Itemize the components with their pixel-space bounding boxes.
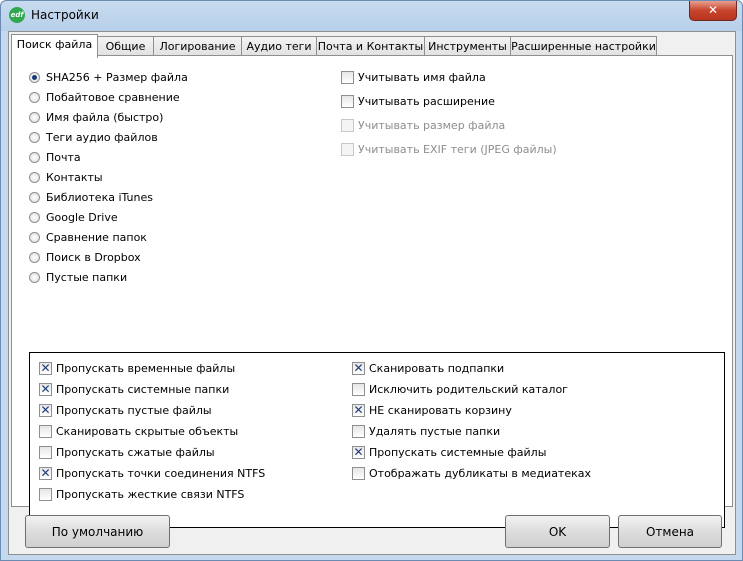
checkbox-label: Пропускать временные файлы [56,362,236,375]
radio-button[interactable] [29,152,40,163]
checkbox[interactable] [39,425,52,438]
checkbox-label: Учитывать имя файла [358,71,486,84]
checkbox-label: Исключить родительский каталог [369,383,568,396]
checkbox-label: Отображать дубликаты в медиатеках [369,467,592,480]
checkbox-label: НЕ сканировать корзину [369,404,512,417]
checkbox[interactable]: ✕ [39,404,52,417]
checkbox-label: Учитывать расширение [358,95,495,108]
close-icon: ✕ [707,3,719,17]
checkbox-label: Учитывать EXIF теги (JPEG файлы) [358,143,557,156]
radio-button[interactable] [29,272,40,283]
checkbox[interactable]: ✕ [39,362,52,375]
window-title: Настройки [31,8,99,22]
radio-label: Сравнение папок [46,231,147,244]
checkbox-label: Сканировать скрытые объекты [56,425,239,438]
checkbox[interactable] [352,467,365,480]
radio-button[interactable] [29,72,40,83]
checkbox-label: Сканировать подпапки [369,362,505,375]
cancel-button[interactable]: Отмена [618,515,722,548]
radio-label: Побайтовое сравнение [46,91,180,104]
checkbox[interactable] [39,446,52,459]
checkbox-label: Пропускать пустые файлы [56,404,212,417]
tab-audio-tags[interactable]: Аудио теги [241,36,317,56]
defaults-button[interactable]: По умолчанию [25,515,170,548]
checkbox-label: Пропускать жесткие связи NTFS [56,488,245,501]
radio-button[interactable] [29,92,40,103]
dialog-body: Поиск файла Общие Логирование Аудио теги… [8,31,736,555]
radio-button[interactable] [29,132,40,143]
tab-advanced-settings[interactable]: Расширенные настройки [510,36,657,56]
radio-button[interactable] [29,172,40,183]
checkbox-label: Пропускать сжатые файлы [56,446,215,459]
checkbox[interactable] [352,425,365,438]
close-button[interactable]: ✕ [689,1,737,21]
radio-label: Теги аудио файлов [46,131,158,144]
radio-label: Контакты [46,171,103,184]
checkbox[interactable] [39,488,52,501]
radio-button[interactable] [29,192,40,203]
settings-window: edf Настройки ✕ Поиск файла Общие Логиро… [0,0,743,561]
tab-logging[interactable]: Логирование [153,36,242,56]
checkbox[interactable]: ✕ [352,446,365,459]
radio-button[interactable] [29,252,40,263]
radio-label: SHA256 + Размер файла [46,71,188,84]
checkbox [341,143,354,156]
scan-options-group: ✕ Пропускать временные файлы ✕ Пропускать … [29,352,725,528]
radio-button[interactable] [29,212,40,223]
checkbox[interactable]: ✕ [39,383,52,396]
checkbox [341,119,354,132]
radio-label: Поиск в Dropbox [46,251,141,264]
tab-tools[interactable]: Инструменты [424,36,511,56]
radio-label: Пустые папки [46,271,128,284]
checkbox[interactable] [341,71,354,84]
checkbox-label: Пропускать точки соединения NTFS [56,467,266,480]
radio-button[interactable] [29,112,40,123]
checkbox-label: Пропускать системные папки [56,383,230,396]
tab-file-search[interactable]: Поиск файла [11,34,98,58]
radio-label: Google Drive [46,211,118,224]
checkbox-label: Учитывать размер файла [358,119,506,132]
checkbox[interactable] [352,383,365,396]
app-logo-icon: edf [9,7,25,23]
radio-label: Почта [46,151,81,164]
checkbox[interactable]: ✕ [352,362,365,375]
checkbox[interactable]: ✕ [39,467,52,480]
file-search-panel: SHA256 + Размер файла Побайтовое сравнен… [11,55,733,528]
radio-label: Имя файла (быстро) [46,111,164,124]
tab-general[interactable]: Общие [97,36,154,56]
checkbox-label: Пропускать системные файлы [369,446,547,459]
checkbox-label: Удалять пустые папки [369,425,501,438]
checkbox[interactable]: ✕ [352,404,365,417]
radio-label: Библиотека iTunes [46,191,153,204]
ok-button[interactable]: OK [505,515,610,548]
title-bar[interactable]: edf Настройки ✕ [1,1,742,31]
checkbox[interactable] [341,95,354,108]
tab-mail-contacts[interactable]: Почта и Контакты [316,36,425,56]
radio-button[interactable] [29,232,40,243]
